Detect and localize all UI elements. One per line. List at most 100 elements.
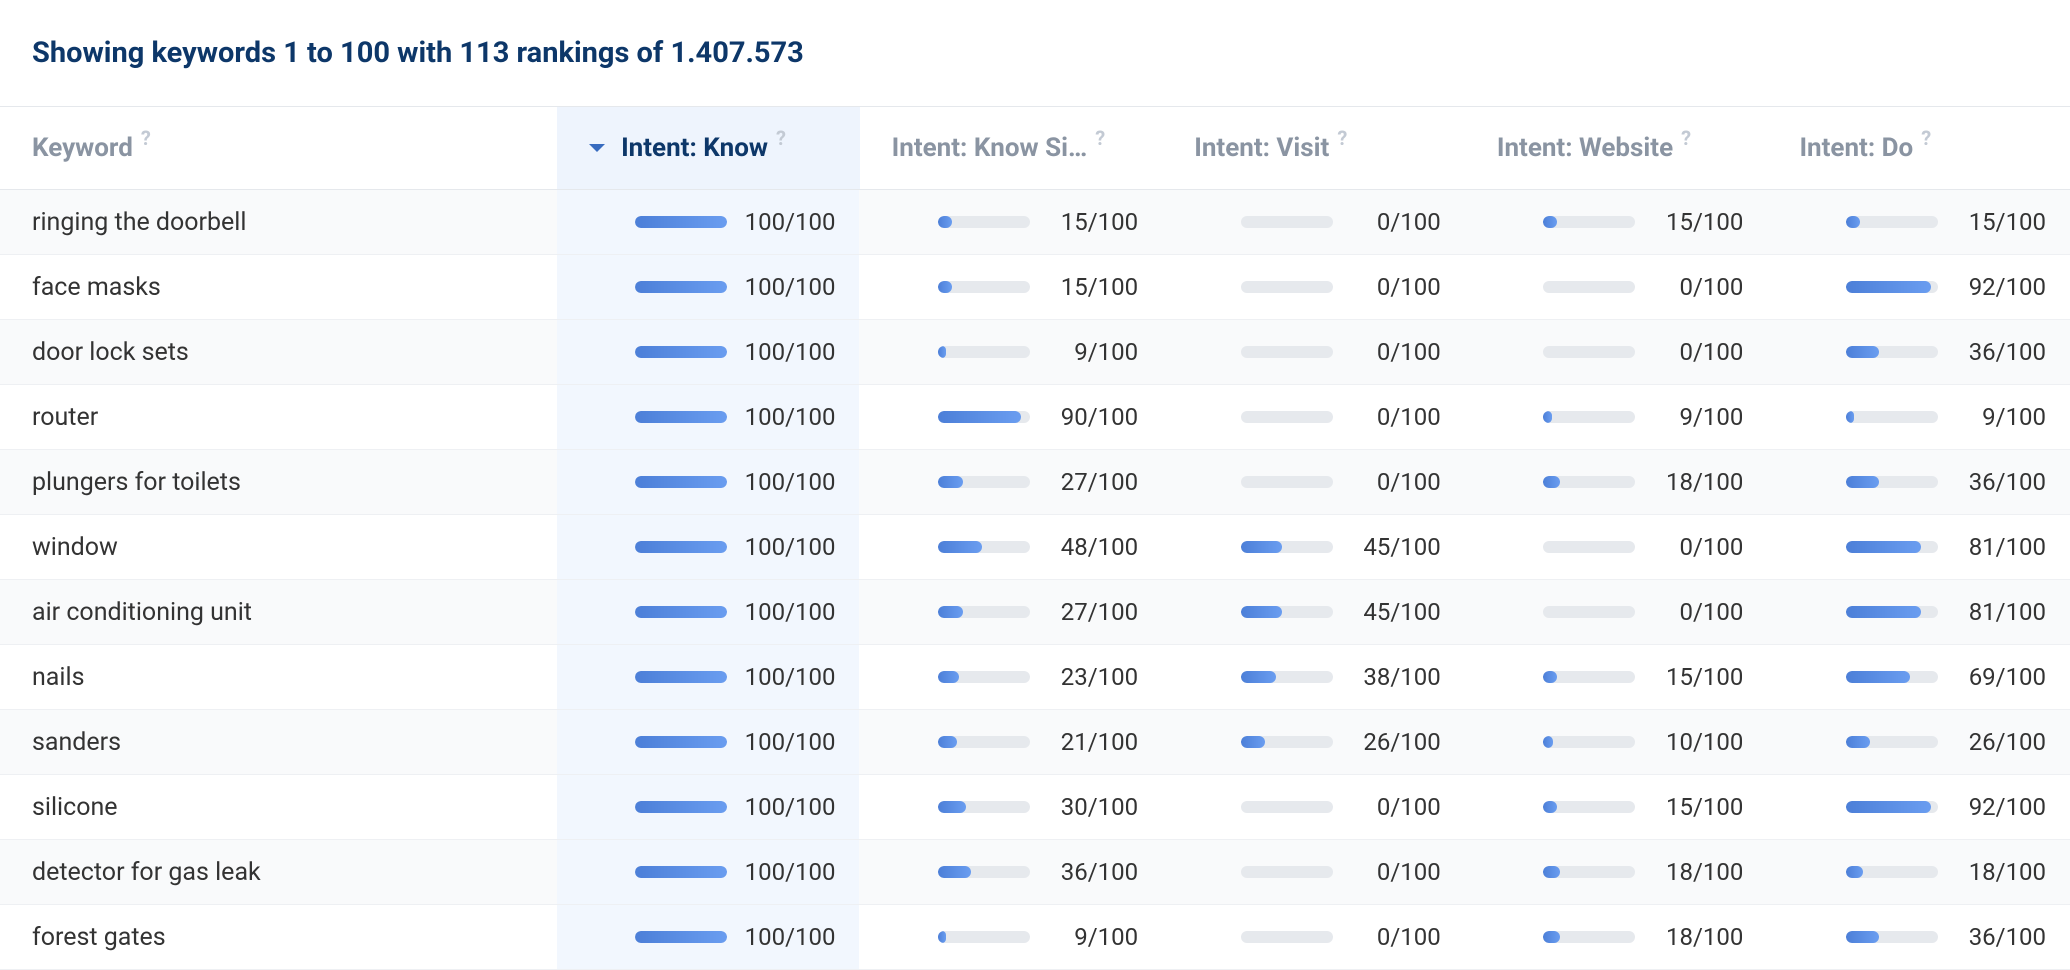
- keyword-cell[interactable]: forest gates: [0, 905, 557, 969]
- progress-bar-fill: [635, 411, 727, 423]
- intent-cell-know: 100/100: [557, 775, 860, 839]
- intent-value: 30/100: [1048, 793, 1138, 821]
- intent-value: 0/100: [1653, 273, 1743, 301]
- intent-cell-know-si: 36/100: [859, 840, 1162, 904]
- progress-bar: [1241, 541, 1333, 553]
- progress-bar: [1241, 411, 1333, 423]
- intent-cell-website: 10/100: [1465, 710, 1768, 774]
- help-icon[interactable]: ?: [1681, 126, 1691, 150]
- progress-bar: [938, 866, 1030, 878]
- progress-bar: [1846, 541, 1938, 553]
- intent-value: 18/100: [1653, 468, 1743, 496]
- intent-cell-know-si: 48/100: [859, 515, 1162, 579]
- progress-bar-fill: [1846, 736, 1870, 748]
- table-row[interactable]: face masks100/10015/1000/1000/10092/100: [0, 255, 2070, 320]
- intent-value: 18/100: [1653, 858, 1743, 886]
- intent-value: 0/100: [1351, 273, 1441, 301]
- progress-bar-fill: [1846, 866, 1863, 878]
- table-row[interactable]: router100/10090/1000/1009/1009/100: [0, 385, 2070, 450]
- progress-bar-fill: [1543, 931, 1560, 943]
- table-row[interactable]: forest gates100/1009/1000/10018/10036/10…: [0, 905, 2070, 970]
- help-icon[interactable]: ?: [1095, 126, 1105, 150]
- column-header-intent-do[interactable]: Intent: Do ?: [1767, 107, 2070, 189]
- intent-cell-website: 15/100: [1465, 645, 1768, 709]
- progress-bar: [1241, 281, 1333, 293]
- keyword-cell[interactable]: ringing the doorbell: [0, 190, 557, 254]
- intent-value: 0/100: [1351, 338, 1441, 366]
- progress-bar: [1241, 606, 1333, 618]
- progress-bar: [938, 671, 1030, 683]
- keyword-text: face masks: [32, 273, 161, 302]
- keyword-cell[interactable]: silicone: [0, 775, 557, 839]
- progress-bar: [635, 736, 727, 748]
- intent-cell-know-si: 27/100: [859, 450, 1162, 514]
- progress-bar-fill: [938, 281, 952, 293]
- progress-bar-fill: [938, 931, 946, 943]
- help-icon[interactable]: ?: [1921, 126, 1931, 150]
- progress-bar-fill: [938, 866, 971, 878]
- progress-bar: [1241, 346, 1333, 358]
- table-row[interactable]: air conditioning unit100/10027/10045/100…: [0, 580, 2070, 645]
- intent-cell-know-si: 23/100: [859, 645, 1162, 709]
- progress-bar-fill: [938, 801, 966, 813]
- intent-value: 0/100: [1351, 923, 1441, 951]
- table-row[interactable]: silicone100/10030/1000/10015/10092/100: [0, 775, 2070, 840]
- progress-bar-fill: [1543, 801, 1557, 813]
- progress-bar-fill: [938, 476, 963, 488]
- intent-cell-visit: 0/100: [1162, 450, 1465, 514]
- keyword-cell[interactable]: face masks: [0, 255, 557, 319]
- column-header-intent-know[interactable]: Intent: Know ?: [557, 107, 860, 189]
- column-header-keyword[interactable]: Keyword ?: [0, 107, 557, 189]
- intent-cell-website: 18/100: [1465, 450, 1768, 514]
- progress-bar-fill: [1846, 281, 1931, 293]
- keyword-cell[interactable]: plungers for toilets: [0, 450, 557, 514]
- keyword-cell[interactable]: detector for gas leak: [0, 840, 557, 904]
- intent-value: 100/100: [745, 533, 836, 561]
- keyword-cell[interactable]: nails: [0, 645, 557, 709]
- intent-cell-visit: 0/100: [1162, 255, 1465, 319]
- table-row[interactable]: plungers for toilets100/10027/1000/10018…: [0, 450, 2070, 515]
- table-row[interactable]: sanders100/10021/10026/10010/10026/100: [0, 710, 2070, 775]
- column-header-intent-know-simple[interactable]: Intent: Know Si… ?: [860, 107, 1163, 189]
- progress-bar-fill: [635, 216, 727, 228]
- intent-cell-do: 36/100: [1767, 905, 2070, 969]
- help-icon[interactable]: ?: [1337, 126, 1347, 150]
- intent-value: 27/100: [1048, 598, 1138, 626]
- progress-bar: [635, 931, 727, 943]
- keyword-cell[interactable]: air conditioning unit: [0, 580, 557, 644]
- table-row[interactable]: nails100/10023/10038/10015/10069/100: [0, 645, 2070, 710]
- table-row[interactable]: door lock sets100/1009/1000/1000/10036/1…: [0, 320, 2070, 385]
- intent-cell-visit: 0/100: [1162, 385, 1465, 449]
- intent-value: 0/100: [1653, 598, 1743, 626]
- intent-cell-visit: 0/100: [1162, 320, 1465, 384]
- keyword-cell[interactable]: window: [0, 515, 557, 579]
- column-header-intent-website[interactable]: Intent: Website ?: [1465, 107, 1768, 189]
- keyword-cell[interactable]: sanders: [0, 710, 557, 774]
- progress-bar: [635, 411, 727, 423]
- keyword-text: window: [32, 533, 118, 562]
- progress-bar-fill: [635, 281, 727, 293]
- table-row[interactable]: ringing the doorbell100/10015/1000/10015…: [0, 190, 2070, 255]
- table-row[interactable]: window100/10048/10045/1000/10081/100: [0, 515, 2070, 580]
- progress-bar-fill: [1846, 216, 1860, 228]
- intent-cell-do: 36/100: [1767, 320, 2070, 384]
- intent-cell-website: 9/100: [1465, 385, 1768, 449]
- intent-value: 15/100: [1048, 208, 1138, 236]
- table-row[interactable]: detector for gas leak100/10036/1000/1001…: [0, 840, 2070, 905]
- progress-bar: [1543, 606, 1635, 618]
- keyword-text: silicone: [32, 793, 118, 822]
- intent-value: 100/100: [745, 403, 836, 431]
- intent-cell-do: 81/100: [1767, 515, 2070, 579]
- help-icon[interactable]: ?: [141, 126, 151, 150]
- intent-cell-website: 0/100: [1465, 320, 1768, 384]
- intent-value: 0/100: [1351, 793, 1441, 821]
- sort-descending-icon: [589, 144, 605, 152]
- progress-bar: [938, 801, 1030, 813]
- column-header-intent-visit[interactable]: Intent: Visit ?: [1162, 107, 1465, 189]
- help-icon[interactable]: ?: [776, 126, 786, 150]
- keyword-cell[interactable]: router: [0, 385, 557, 449]
- keyword-cell[interactable]: door lock sets: [0, 320, 557, 384]
- intent-value: 10/100: [1653, 728, 1743, 756]
- intent-cell-know-si: 27/100: [859, 580, 1162, 644]
- progress-bar-fill: [938, 541, 982, 553]
